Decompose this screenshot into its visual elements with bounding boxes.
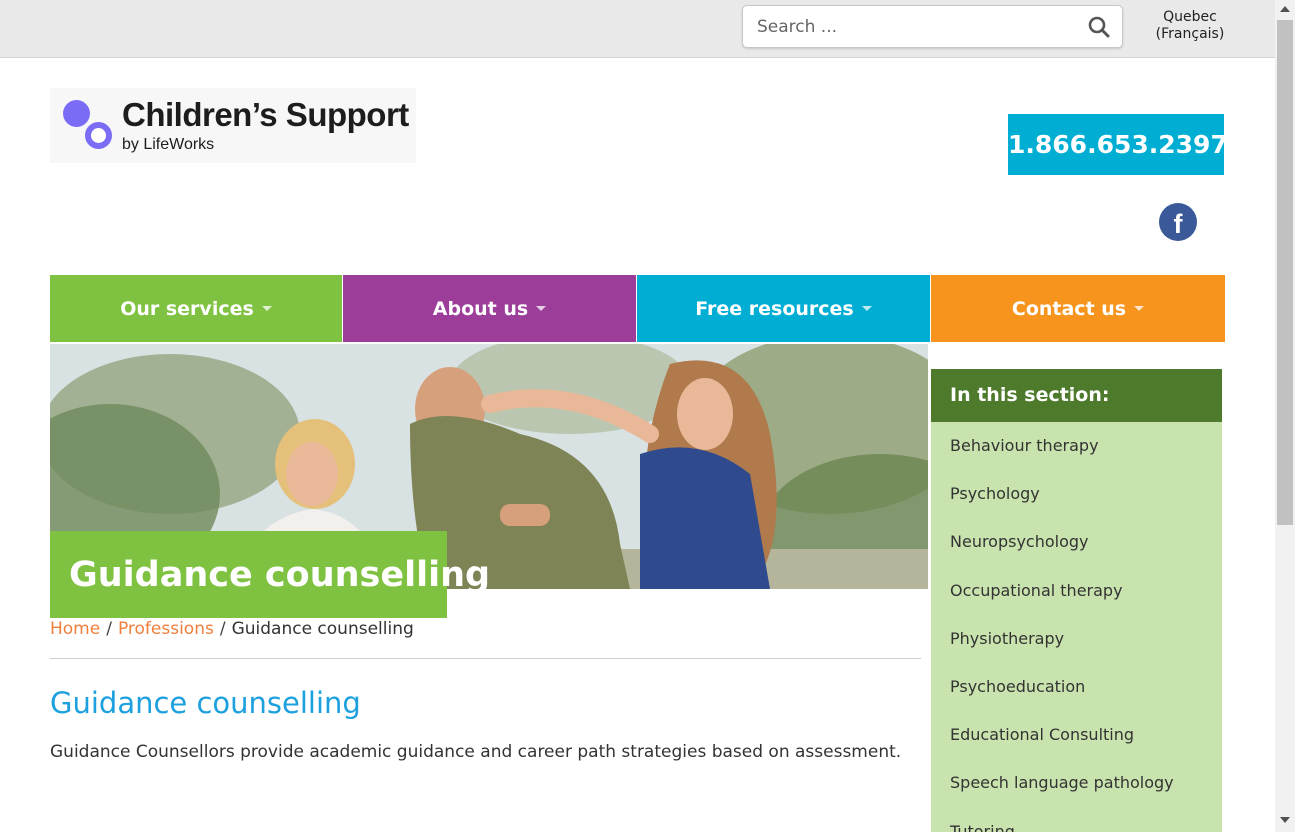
- sidebar-heading: In this section:: [931, 369, 1222, 422]
- nav-free-resources[interactable]: Free resources: [637, 275, 930, 342]
- language-switch-link[interactable]: Quebec (Français): [1150, 9, 1230, 43]
- site-logo[interactable]: Children’s Support by LifeWorks: [50, 88, 416, 163]
- breadcrumb-separator: /: [106, 619, 112, 639]
- sidebar-item-physiotherapy[interactable]: Physiotherapy: [931, 615, 1222, 663]
- language-name: (Français): [1155, 26, 1225, 42]
- facebook-icon[interactable]: f: [1159, 203, 1197, 241]
- sidebar-item-occupational-therapy[interactable]: Occupational therapy: [931, 567, 1222, 615]
- language-region: Quebec: [1163, 9, 1217, 25]
- section-sidebar: In this section: Behaviour therapy Psych…: [931, 369, 1222, 832]
- main-nav: Our services About us Free resources Con…: [50, 275, 1225, 342]
- logo-byline: by LifeWorks: [122, 136, 215, 153]
- sidebar-item-behaviour-therapy[interactable]: Behaviour therapy: [931, 422, 1222, 470]
- search-icon[interactable]: [1088, 16, 1110, 38]
- nav-label: About us: [432, 297, 529, 320]
- intro-paragraph: Guidance Counsellors provide academic gu…: [50, 742, 902, 762]
- sidebar-item-psychology[interactable]: Psychology: [931, 470, 1222, 518]
- caret-down-icon: [536, 306, 547, 311]
- nav-label: Our services: [120, 297, 254, 320]
- breadcrumb-professions-link[interactable]: Professions: [118, 619, 214, 639]
- page-scrollbar[interactable]: [1275, 0, 1295, 832]
- page-title: Guidance counselling: [50, 686, 361, 720]
- nav-contact-us[interactable]: Contact us: [931, 275, 1225, 342]
- sidebar-item-speech-language-pathology[interactable]: Speech language pathology: [931, 759, 1222, 807]
- nav-about-us[interactable]: About us: [343, 275, 636, 342]
- scroll-thumb[interactable]: [1277, 20, 1293, 525]
- sidebar-item-neuropsychology[interactable]: Neuropsychology: [931, 518, 1222, 566]
- sidebar-item-psychoeducation[interactable]: Psychoeducation: [931, 663, 1222, 711]
- nav-label: Free resources: [695, 297, 854, 320]
- breadcrumb-separator: /: [219, 619, 226, 639]
- caret-down-icon: [261, 306, 272, 311]
- breadcrumb-home-link[interactable]: Home: [50, 619, 100, 639]
- phone-number-button[interactable]: 1.866.653.2397: [1008, 114, 1228, 175]
- search-input[interactable]: [757, 15, 1077, 39]
- sidebar-list: Behaviour therapy Psychology Neuropsycho…: [931, 422, 1222, 832]
- logo-dot-icon: [63, 100, 90, 127]
- top-bar: Quebec (Français): [0, 0, 1275, 58]
- scroll-up-arrow-icon[interactable]: [1280, 6, 1290, 12]
- nav-label: Contact us: [1011, 297, 1127, 320]
- divider: [50, 658, 921, 659]
- nav-our-services[interactable]: Our services: [50, 275, 342, 342]
- caret-down-icon: [1134, 306, 1145, 311]
- search-box[interactable]: [742, 5, 1123, 48]
- breadcrumb-current: Guidance counselling: [231, 619, 414, 639]
- sidebar-item-tutoring[interactable]: Tutoring: [931, 808, 1222, 832]
- sidebar-item-educational-consulting[interactable]: Educational Consulting: [931, 711, 1222, 759]
- breadcrumb: Home / Professions / Guidance counselling: [50, 619, 414, 639]
- hero-title: Guidance counselling: [50, 531, 490, 618]
- logo-name: Children’s Support: [122, 96, 409, 133]
- caret-down-icon: [861, 306, 872, 311]
- logo-ring-icon: [85, 122, 112, 149]
- scroll-down-arrow-icon[interactable]: [1280, 817, 1290, 823]
